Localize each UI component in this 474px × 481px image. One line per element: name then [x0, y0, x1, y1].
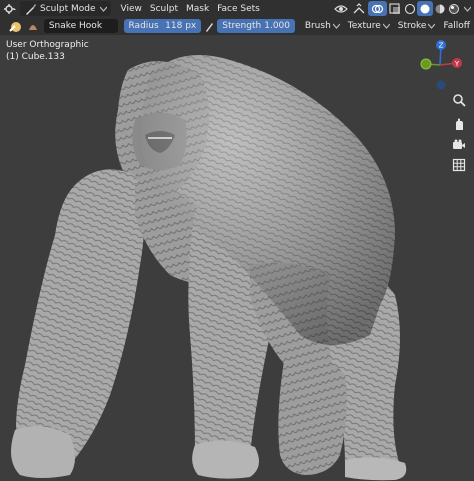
- pen-pressure-icon: [206, 22, 214, 32]
- pan-button[interactable]: [450, 115, 468, 133]
- strength-slider[interactable]: Strength 1.000: [217, 19, 295, 33]
- menu-sculpt-label: Sculpt: [149, 3, 178, 14]
- strength-label: Strength: [222, 21, 262, 31]
- object-name: (1) Cube.133: [6, 52, 65, 62]
- shading-material-icon: [435, 4, 445, 13]
- shading-options[interactable]: [461, 1, 474, 16]
- brush-preview-icon: [28, 25, 37, 30]
- menu-face-sets-label: Face Sets: [217, 3, 260, 14]
- sculpt-header: Sculpt Mode View Sculpt Mask Face Sets: [0, 0, 474, 18]
- brush-menu[interactable]: Brush: [301, 21, 344, 31]
- view-name: User Orthographic: [6, 40, 89, 50]
- axis-y-handle[interactable]: [420, 58, 432, 70]
- brush-tool-button[interactable]: [6, 19, 24, 34]
- xray-icon: [389, 2, 400, 14]
- menu-view[interactable]: View: [117, 1, 146, 16]
- radius-value: 118 px: [165, 21, 197, 31]
- gorilla-sculpt-image: [11, 55, 407, 481]
- gizmo-icon: [353, 2, 365, 13]
- editor-type-button[interactable]: [0, 1, 20, 16]
- overlay-icon: [371, 4, 384, 13]
- mode-selector[interactable]: Sculpt Mode: [20, 1, 111, 16]
- menu-sculpt[interactable]: Sculpt: [146, 1, 182, 16]
- menu-mask-label: Mask: [185, 3, 210, 14]
- camera-view-button[interactable]: [450, 136, 468, 154]
- gizmo-toggle[interactable]: [350, 1, 368, 16]
- hand-icon: [456, 118, 463, 130]
- chevron-down-icon: [464, 6, 471, 12]
- brush-texture-slot[interactable]: [24, 19, 42, 34]
- axis-y-label: Y: [454, 60, 460, 68]
- radius-slider[interactable]: Radius 118 px: [123, 19, 202, 33]
- strength-value: 1.000: [264, 21, 290, 31]
- shading-wireframe-icon: [404, 3, 416, 14]
- editor-type-icon: [4, 3, 16, 14]
- shading-solid-icon: [420, 4, 430, 13]
- axis-z-label: Z: [439, 42, 444, 50]
- menu-mask[interactable]: Mask: [182, 1, 213, 16]
- tool-settings-bar: Snake Hook Radius 118 px Strength 1.000 …: [0, 17, 474, 35]
- brush-name-field[interactable]: Snake Hook: [43, 19, 118, 33]
- xray-toggle[interactable]: [387, 1, 403, 16]
- shading-rendered-icon: [449, 3, 459, 14]
- brush-menu-label: Brush: [304, 21, 331, 31]
- brush-icon: [9, 22, 21, 32]
- axis-neg-z-handle[interactable]: [436, 80, 446, 90]
- texture-menu[interactable]: Texture: [344, 21, 394, 31]
- zoom-icon: [453, 94, 466, 107]
- shading-wireframe[interactable]: [403, 1, 417, 16]
- visibility-toggle[interactable]: [332, 1, 350, 16]
- zoom-button[interactable]: [450, 91, 468, 109]
- radius-pressure-toggle[interactable]: [201, 19, 217, 34]
- shading-solid[interactable]: [417, 1, 433, 16]
- chevron-down-icon: [428, 23, 436, 29]
- navigation-gizmo[interactable]: Z Y: [410, 37, 470, 97]
- visibility-icon: [334, 4, 348, 13]
- radius-label: Radius: [128, 21, 159, 31]
- camera-icon: [453, 139, 465, 149]
- perspective-toggle-button[interactable]: [450, 156, 468, 174]
- menu-view-label: View: [120, 3, 142, 14]
- stroke-menu-label: Stroke: [397, 21, 427, 31]
- shading-material[interactable]: [433, 1, 447, 16]
- texture-menu-label: Texture: [347, 21, 381, 31]
- shading-rendered[interactable]: [447, 1, 461, 16]
- stroke-menu[interactable]: Stroke: [394, 21, 440, 31]
- falloff-menu[interactable]: Falloff: [439, 21, 474, 31]
- 3d-viewport[interactable]: User Orthographic (1) Cube.133 Z Y: [0, 35, 474, 481]
- menu-face-sets[interactable]: Face Sets: [213, 1, 264, 16]
- mode-label: Sculpt Mode: [40, 3, 96, 14]
- overlay-toggle[interactable]: [368, 1, 387, 16]
- falloff-menu-label: Falloff: [443, 21, 471, 31]
- chevron-down-icon: [382, 23, 390, 29]
- grid-icon: [452, 158, 466, 172]
- chevron-down-icon: [332, 23, 340, 29]
- brush-name: Snake Hook: [48, 21, 103, 31]
- chevron-down-icon: [99, 6, 107, 12]
- sculpt-mode-icon: [26, 3, 36, 15]
